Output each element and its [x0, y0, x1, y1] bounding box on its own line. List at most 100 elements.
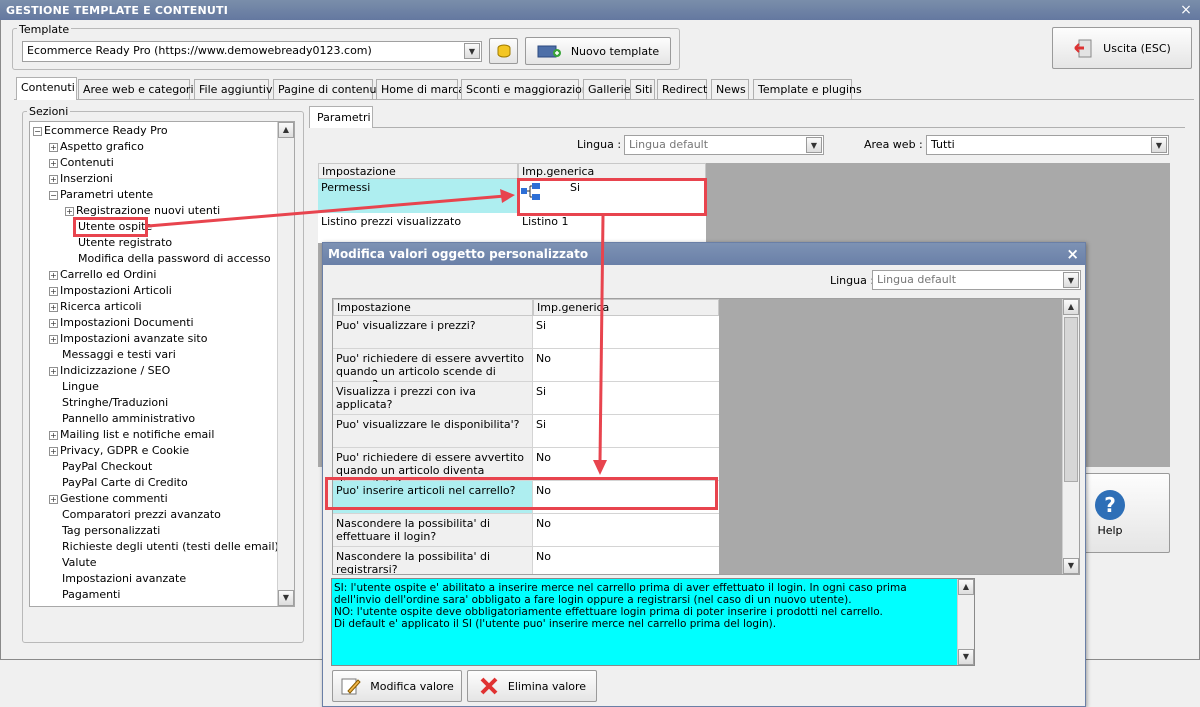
dialog-row[interactable]: Nascondere la possibilita' di registrars… — [333, 547, 719, 574]
area-web-select[interactable]: Tutti ▼ — [926, 135, 1169, 155]
scroll-down-icon[interactable]: ▼ — [1063, 558, 1079, 574]
collapse-icon[interactable]: − — [49, 190, 58, 200]
expand-icon[interactable]: + — [49, 174, 58, 184]
expand-icon[interactable]: + — [49, 302, 58, 312]
dialog-lingua-select[interactable]: Lingua default ▼ — [872, 270, 1081, 290]
tree-item[interactable]: Utente registrato — [65, 235, 172, 251]
dialog-row[interactable]: Puo' richiedere di essere avvertito quan… — [333, 448, 719, 490]
template-select[interactable]: Ecommerce Ready Pro (https://www.demoweb… — [22, 41, 482, 62]
expand-icon[interactable]: + — [65, 206, 74, 216]
scroll-up-icon[interactable]: ▲ — [278, 122, 294, 138]
lingua-select[interactable]: Lingua default ▼ — [624, 135, 824, 155]
dialog-row-selected[interactable]: Puo' inserire articoli nel carrello? No — [333, 481, 719, 514]
open-folder-button[interactable] — [489, 38, 518, 64]
tree-item[interactable]: + Privacy, GDPR e Cookie — [49, 443, 189, 459]
modifica-valore-button[interactable]: Modifica valore — [332, 670, 462, 702]
scroll-up-icon[interactable]: ▲ — [958, 579, 974, 595]
expand-icon[interactable]: + — [49, 270, 58, 280]
expand-icon[interactable]: + — [49, 158, 58, 168]
elimina-valore-button[interactable]: Elimina valore — [467, 670, 597, 702]
tree-item[interactable]: + Contenuti — [49, 155, 114, 171]
tree-item[interactable]: + Aspetto grafico — [49, 139, 144, 155]
sections-tree[interactable]: − Ecommerce Ready Pro + Aspetto grafico + Con… — [29, 121, 295, 607]
dialog-row[interactable]: Puo' visualizzare i prezzi? Si — [333, 316, 719, 349]
chevron-down-icon[interactable]: ▼ — [806, 137, 822, 153]
row-value[interactable]: No — [533, 514, 719, 546]
expand-icon[interactable]: + — [49, 430, 58, 440]
row-value[interactable]: No — [533, 481, 719, 513]
row-permessi-name[interactable]: Permessi — [318, 179, 518, 213]
dialog-row[interactable]: Visualizza i prezzi con iva applicata? Si — [333, 382, 719, 415]
chevron-down-icon[interactable]: ▼ — [1063, 272, 1079, 288]
expand-icon[interactable]: + — [49, 607, 58, 608]
expand-icon[interactable]: + — [49, 142, 58, 152]
expand-icon[interactable]: + — [49, 366, 58, 376]
tab-siti[interactable]: Siti — [630, 79, 655, 99]
tree-item[interactable]: + Impostazioni Documenti — [49, 315, 194, 331]
chevron-down-icon[interactable]: ▼ — [464, 43, 480, 59]
tree-item[interactable]: Stringhe/Traduzioni — [49, 395, 168, 411]
close-icon[interactable]: × — [1178, 2, 1194, 18]
tab-gallerie[interactable]: Gallerie — [583, 79, 631, 99]
tree-item[interactable]: + Registrazione nuovi utenti — [65, 203, 220, 219]
tree-item[interactable]: + Mailing list e notifiche email — [49, 427, 214, 443]
tree-item[interactable]: Pagamenti — [49, 587, 120, 603]
tree-item[interactable]: Lingue — [49, 379, 99, 395]
scroll-up-icon[interactable]: ▲ — [1063, 299, 1079, 315]
scroll-down-icon[interactable]: ▼ — [278, 590, 294, 606]
tree-item[interactable]: − Parametri utente — [49, 187, 153, 203]
expand-icon[interactable]: + — [49, 318, 58, 328]
dialog-row[interactable]: Puo' richiedere di essere avvertito quan… — [333, 349, 719, 391]
tab-file-aggiuntivi[interactable]: File aggiuntivi — [194, 79, 276, 99]
row-value[interactable]: No — [533, 448, 719, 480]
tree-item[interactable]: + Inserzioni — [49, 171, 113, 187]
tree-item[interactable]: PayPal Carte di Credito — [49, 475, 188, 491]
tab-pagine-contenuti[interactable]: Pagine di contenuti — [273, 79, 384, 99]
dialog-grid-scrollbar[interactable]: ▲ ▼ — [1062, 299, 1079, 574]
expand-icon[interactable]: + — [49, 334, 58, 344]
tree-item[interactable]: + Carrello ed Ordini — [49, 267, 156, 283]
row-value[interactable]: Si — [533, 382, 719, 414]
tree-item[interactable]: + Ricerca articoli — [49, 299, 142, 315]
row-permessi-value[interactable]: Si — [570, 181, 580, 194]
tree-item[interactable]: + Indicizzazione / SEO — [49, 363, 170, 379]
tree-item[interactable]: Pannello amministrativo — [49, 411, 195, 427]
new-template-button[interactable]: Nuovo template — [525, 37, 671, 65]
tree-scrollbar[interactable]: ▲ ▼ — [277, 122, 294, 606]
row-listino-name[interactable]: Listino prezzi visualizzato — [318, 213, 518, 241]
tab-news[interactable]: News — [711, 79, 749, 99]
tab-home-marca[interactable]: Home di marca — [376, 79, 465, 99]
tree-item[interactable]: Impostazioni avanzate — [49, 571, 186, 587]
tree-item[interactable]: Modifica della password di accesso — [65, 251, 271, 267]
tree-item[interactable]: Valute — [49, 555, 97, 571]
tree-item[interactable]: − Ecommerce Ready Pro — [33, 123, 168, 139]
row-value[interactable]: No — [533, 349, 719, 381]
tree-item[interactable]: Comparatori prezzi avanzato — [49, 507, 221, 523]
row-value[interactable]: No — [533, 547, 719, 574]
expand-icon[interactable]: + — [49, 446, 58, 456]
tree-item[interactable]: PayPal Checkout — [49, 459, 152, 475]
tab-sconti[interactable]: Sconti e maggiorazioni — [461, 79, 592, 99]
row-value[interactable]: Si — [533, 415, 719, 447]
collapse-icon[interactable]: − — [33, 126, 42, 136]
row-value[interactable]: Si — [533, 316, 719, 348]
description-box[interactable]: SI: l'utente ospite e' abilitato a inser… — [331, 578, 975, 666]
tab-redirect[interactable]: Redirect — [657, 79, 707, 99]
tree-item[interactable]: Messaggi e testi vari — [49, 347, 176, 363]
tab-parametri[interactable]: Parametri — [309, 106, 373, 128]
tree-item[interactable]: Tag personalizzati — [49, 523, 160, 539]
scroll-down-icon[interactable]: ▼ — [958, 649, 974, 665]
tree-item[interactable]: + Impostazioni Articoli — [49, 283, 172, 299]
exit-button[interactable]: Uscita (ESC) — [1052, 27, 1192, 69]
chevron-down-icon[interactable]: ▼ — [1151, 137, 1167, 153]
tree-item[interactable]: Richieste degli utenti (testi delle emai… — [49, 539, 278, 555]
tab-aree-web[interactable]: Aree web e categorie — [78, 79, 200, 99]
expand-icon[interactable]: + — [49, 494, 58, 504]
description-scrollbar[interactable]: ▲ ▼ — [957, 579, 974, 665]
tree-item[interactable]: + Gestione commenti — [49, 491, 168, 507]
tree-item[interactable]: Utente ospite — [65, 219, 152, 235]
expand-icon[interactable]: + — [49, 286, 58, 296]
tab-contenuti[interactable]: Contenuti — [16, 77, 77, 100]
scroll-thumb[interactable] — [1064, 317, 1078, 482]
tree-item[interactable]: +Comparatori prezzi — [49, 603, 165, 608]
